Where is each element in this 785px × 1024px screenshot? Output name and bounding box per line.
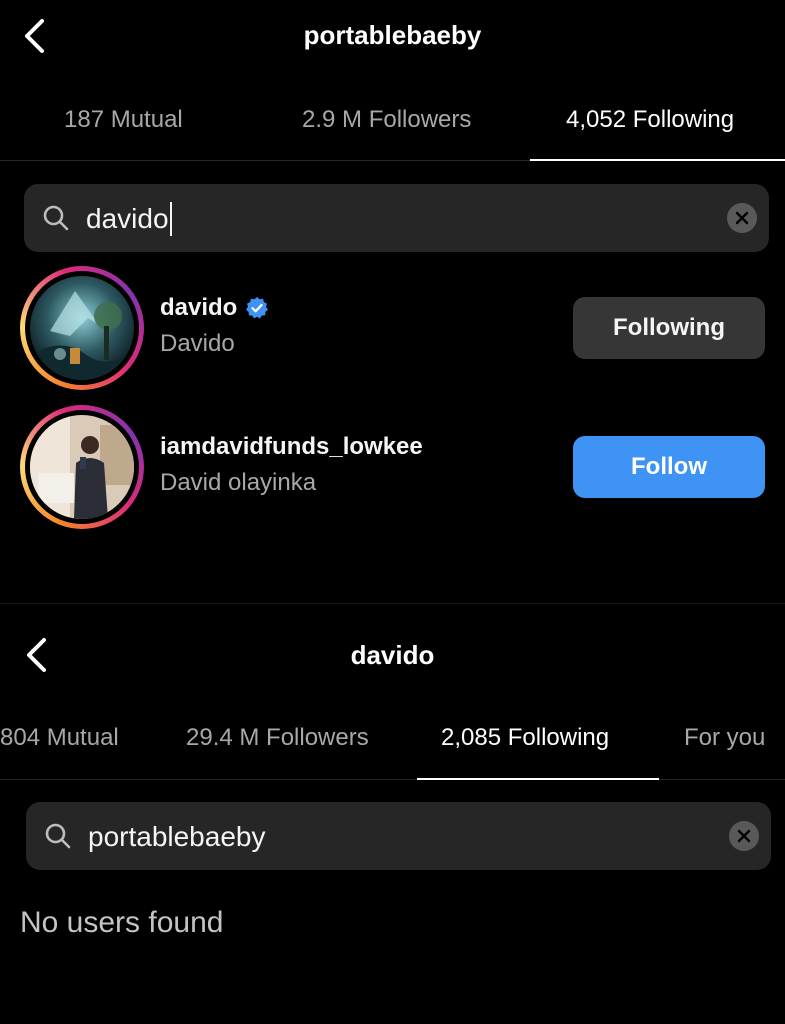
tab-mutual[interactable]: 187 Mutual xyxy=(64,106,183,134)
tab-following[interactable]: 2,085 Following xyxy=(441,724,609,752)
search-icon xyxy=(43,205,69,231)
active-tab-indicator xyxy=(530,159,785,161)
clear-icon xyxy=(737,829,751,843)
tabs-divider xyxy=(0,779,785,780)
active-tab-indicator xyxy=(417,778,659,780)
following-button[interactable]: Following xyxy=(573,297,765,359)
following-list-panel-portablebaeby: portablebaeby 187 Mutual 2.9 M Followers… xyxy=(0,0,785,603)
list-item[interactable]: davido Davido Following xyxy=(0,266,785,390)
verified-badge-icon xyxy=(246,297,269,319)
avatar[interactable] xyxy=(20,266,144,390)
tab-for-you[interactable]: For you xyxy=(684,724,765,752)
username: iamdavidfunds_lowkee xyxy=(160,433,423,460)
username-row[interactable]: iamdavidfunds_lowkee xyxy=(160,433,423,461)
search-input-value: portablebaeby xyxy=(88,821,266,852)
search-bar[interactable]: davido xyxy=(24,184,769,252)
search-icon xyxy=(45,823,71,849)
username-row[interactable]: davido xyxy=(160,294,269,322)
search-input[interactable]: davido xyxy=(86,202,172,236)
clear-icon xyxy=(735,211,749,225)
list-item[interactable]: iamdavidfunds_lowkee David olayinka Foll… xyxy=(0,405,785,529)
page-title: davido xyxy=(350,640,435,670)
username: davido xyxy=(160,294,238,321)
following-list-panel-davido: davido 804 Mutual 29.4 M Followers 2,085… xyxy=(0,604,785,1024)
tab-mutual[interactable]: 804 Mutual xyxy=(0,724,119,752)
full-name: David olayinka xyxy=(160,469,317,496)
empty-state-message: No users found xyxy=(20,906,224,939)
tab-followers[interactable]: 2.9 M Followers xyxy=(302,106,471,134)
avatar[interactable] xyxy=(20,405,144,529)
page-title: portablebaeby xyxy=(303,20,482,50)
follow-button[interactable]: Follow xyxy=(573,436,765,498)
clear-search-button[interactable] xyxy=(727,203,757,233)
search-input-value: davido xyxy=(86,203,169,234)
tab-following[interactable]: 4,052 Following xyxy=(566,106,734,134)
full-name: Davido xyxy=(160,330,235,357)
tab-followers[interactable]: 29.4 M Followers xyxy=(186,724,369,752)
search-bar[interactable]: portablebaeby xyxy=(26,802,771,870)
text-cursor xyxy=(169,202,172,236)
clear-search-button[interactable] xyxy=(729,821,759,851)
search-input[interactable]: portablebaeby xyxy=(88,820,265,854)
